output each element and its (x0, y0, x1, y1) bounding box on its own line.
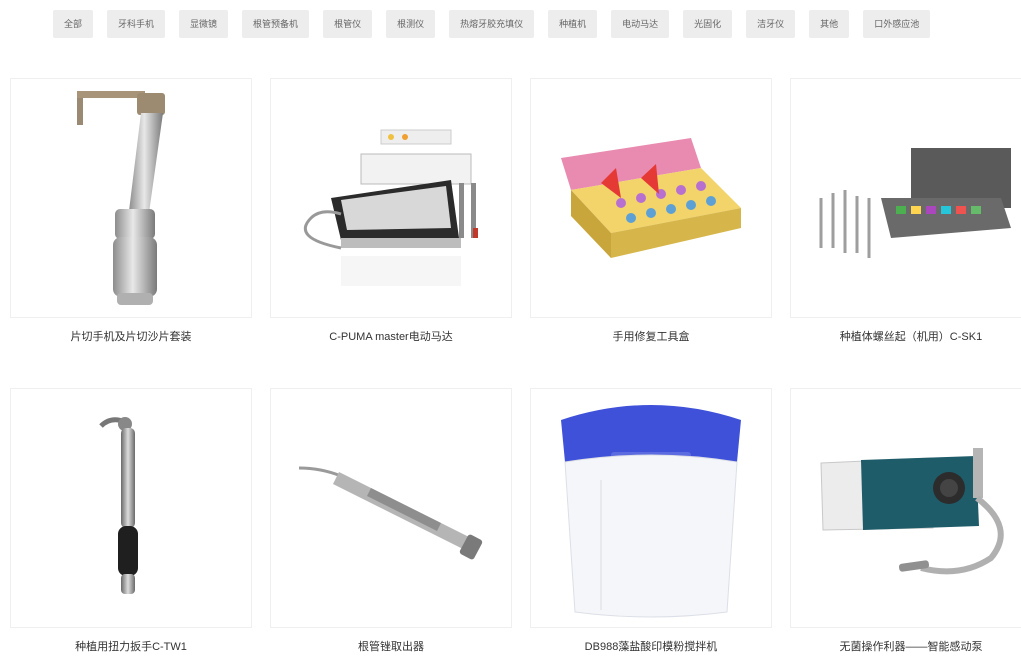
torque-wrench-icon (99, 417, 138, 594)
product-title[interactable]: C-PUMA master电动马达 (270, 328, 512, 344)
product-card[interactable]: 根管锉取出器 (270, 388, 512, 654)
filter-tab-apex-locator[interactable]: 根测仪 (386, 10, 436, 38)
filter-tab-obturation[interactable]: 热熔牙胶充填仪 (449, 10, 535, 38)
smart-pump-icon (820, 448, 1004, 575)
filter-tab-all[interactable]: 全部 (53, 10, 94, 38)
product-card[interactable]: 种植体螺丝起（机用）C-SK1 (790, 78, 1021, 344)
filter-tab-handpiece[interactable]: 牙科手机 (107, 10, 166, 38)
restoration-tool-box-icon (561, 138, 741, 258)
product-image[interactable] (10, 388, 252, 628)
product-title[interactable]: 无菌操作利器——智能感动泵 (790, 638, 1021, 654)
file-extractor-icon (298, 466, 483, 560)
filter-tab-electric-motor[interactable]: 电动马达 (611, 10, 670, 38)
filter-tab-root-canal-device[interactable]: 根管仪 (323, 10, 373, 38)
product-image[interactable] (270, 78, 512, 318)
product-image[interactable] (530, 78, 772, 318)
filter-tab-extraoral-pool[interactable]: 口外感应池 (863, 10, 931, 38)
product-card[interactable]: C-PUMA master电动马达 (270, 78, 512, 344)
product-grid: 片切手机及片切沙片套装 C-PUMA master电动马达 手用修复工具盒 种植… (10, 78, 1021, 654)
product-title[interactable]: 手用修复工具盒 (530, 328, 772, 344)
filter-tab-scaler[interactable]: 洁牙仪 (746, 10, 796, 38)
filter-tab-implant-motor[interactable]: 种植机 (548, 10, 598, 38)
product-title[interactable]: DB988藻盐酸印模粉搅拌机 (530, 638, 772, 654)
product-image[interactable] (270, 388, 512, 628)
product-title[interactable]: 种植用扭力扳手C-TW1 (10, 638, 252, 654)
product-card[interactable]: 种植用扭力扳手C-TW1 (10, 388, 252, 654)
product-card[interactable]: DB988藻盐酸印模粉搅拌机 (530, 388, 772, 654)
filter-tab-other[interactable]: 其他 (809, 10, 850, 38)
filter-tab-curing-light[interactable]: 光固化 (683, 10, 733, 38)
product-title[interactable]: 片切手机及片切沙片套装 (10, 328, 252, 344)
product-card[interactable]: 无菌操作利器——智能感动泵 (790, 388, 1021, 654)
filter-tab-microscope[interactable]: 显微镜 (179, 10, 229, 38)
contra-angle-handpiece-icon (77, 91, 165, 305)
alginate-mixer-icon (561, 405, 741, 618)
product-image[interactable] (790, 388, 1021, 628)
product-image[interactable] (790, 78, 1021, 318)
electric-motor-unit-icon (303, 129, 478, 286)
product-title[interactable]: 根管锉取出器 (270, 638, 512, 654)
implant-screwdriver-kit-icon (819, 148, 1011, 258)
product-card[interactable]: 手用修复工具盒 (530, 78, 772, 344)
product-title[interactable]: 种植体螺丝起（机用）C-SK1 (790, 328, 1021, 344)
product-list-page: 全部 牙科手机 显微镜 根管预备机 根管仪 根测仪 热熔牙胶充填仪 种植机 电动… (0, 0, 1021, 656)
product-image[interactable] (10, 78, 252, 318)
filter-tab-root-canal-prep[interactable]: 根管预备机 (242, 10, 310, 38)
product-card[interactable]: 片切手机及片切沙片套装 (10, 78, 252, 344)
category-filter-bar: 全部 牙科手机 显微镜 根管预备机 根管仪 根测仪 热熔牙胶充填仪 种植机 电动… (53, 10, 931, 38)
product-image[interactable] (530, 388, 772, 628)
